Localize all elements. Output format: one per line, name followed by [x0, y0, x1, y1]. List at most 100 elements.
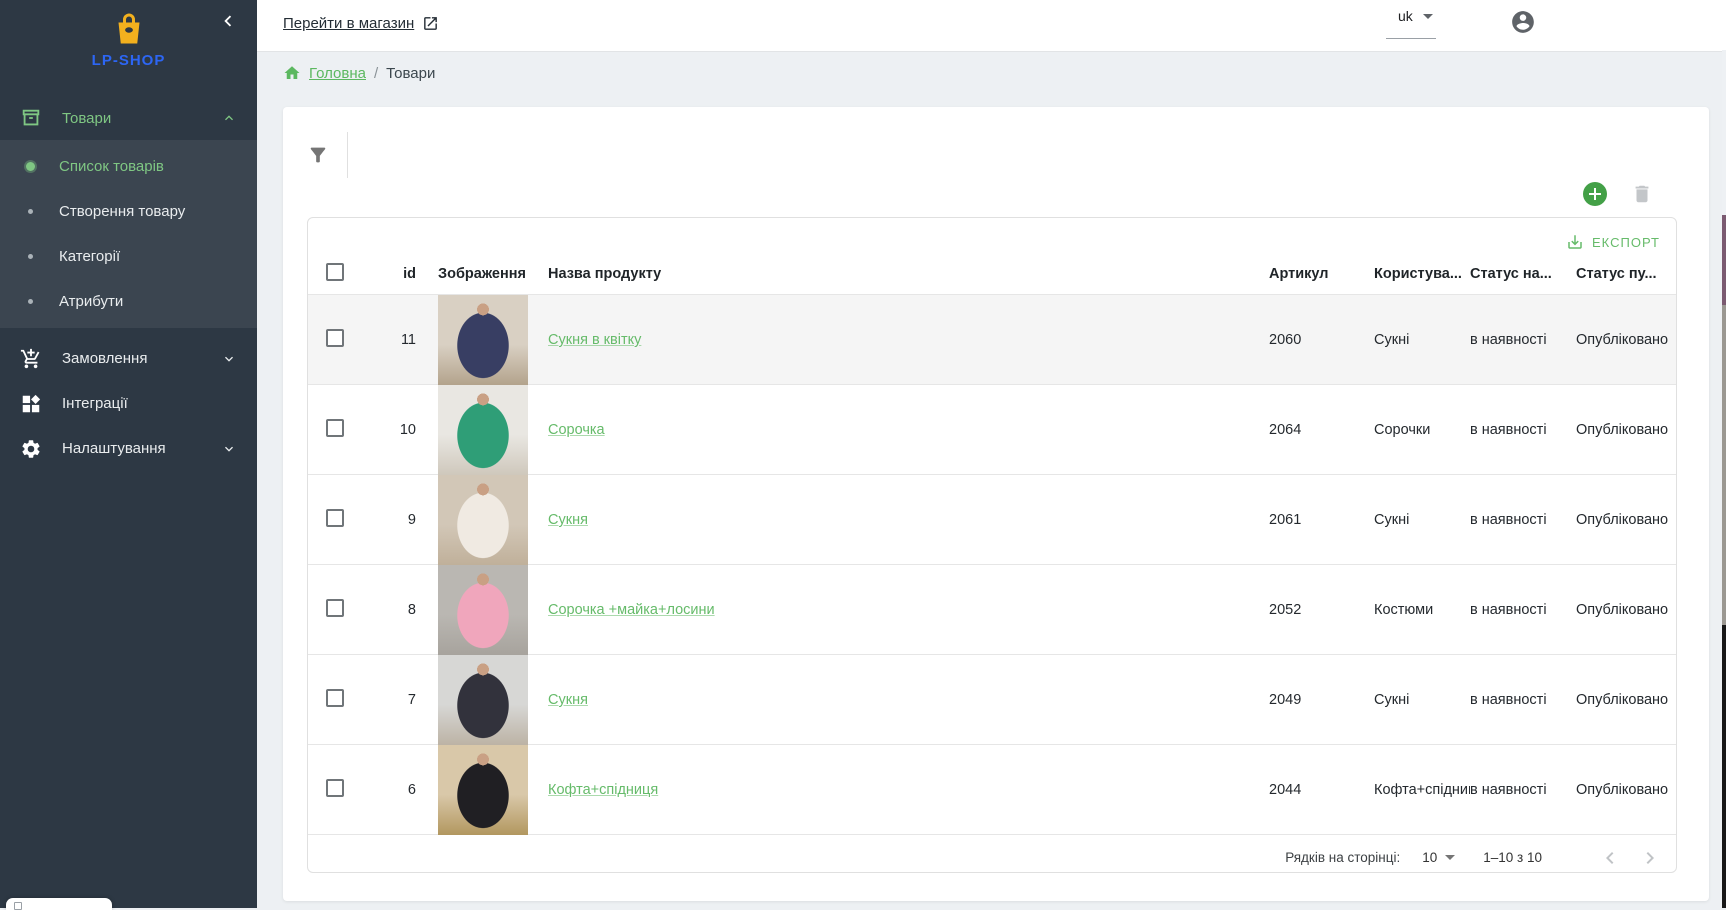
breadcrumb-separator: / [374, 65, 378, 82]
caret-down-icon [1445, 855, 1455, 860]
product-image[interactable] [438, 295, 528, 385]
cell-published: Опубліковано [1576, 602, 1676, 618]
cell-category: Кофта+спідниц [1374, 782, 1470, 798]
select-all-checkbox[interactable] [326, 263, 344, 281]
cell-id: 11 [374, 332, 422, 348]
chevron-down-icon [221, 441, 237, 457]
cell-sku: 2044 [1269, 782, 1374, 798]
sidebar-item-orders[interactable]: Замовлення [0, 336, 257, 381]
rows-per-page-value: 10 [1422, 850, 1437, 865]
sidebar-item-categories[interactable]: Категорії [0, 234, 257, 279]
screen-edge-artifact [1722, 0, 1726, 908]
product-name-link[interactable]: Сорочка [548, 422, 605, 438]
cell-stock: в наявності [1470, 332, 1576, 348]
table-row: 11 Сукня в квітку 2060 Сукні в наявності… [308, 294, 1676, 384]
row-checkbox[interactable] [326, 419, 344, 437]
cell-stock: в наявності [1470, 692, 1576, 708]
language-select[interactable]: uk [1386, 8, 1436, 39]
download-icon [1566, 233, 1584, 251]
product-image[interactable] [438, 565, 528, 655]
product-image[interactable] [438, 385, 528, 475]
cell-id: 10 [374, 422, 422, 438]
integrations-grid-icon [20, 393, 42, 415]
cell-published: Опубліковано [1576, 332, 1676, 348]
rows-per-page-select[interactable]: 10 [1422, 850, 1455, 865]
column-header-name: Назва продукту [534, 266, 1269, 282]
sidebar-item-create-product[interactable]: Створення товару [0, 189, 257, 234]
export-row: ЕКСПОРТ [308, 218, 1676, 254]
products-table: ЕКСПОРТ id Зображення Назва продукту Арт… [307, 217, 1677, 873]
cell-sku: 2064 [1269, 422, 1374, 438]
export-button[interactable]: ЕКСПОРТ [1566, 233, 1660, 251]
breadcrumb-home-link[interactable]: Головна [309, 65, 366, 82]
products-submenu: Список товарів Створення товару Категорі… [0, 140, 257, 328]
store-link-label: Перейти в магазин [283, 15, 414, 32]
bullet-icon [28, 209, 33, 214]
row-checkbox[interactable] [326, 329, 344, 347]
cutoff-snackbar [6, 898, 112, 910]
sidebar-item-settings[interactable]: Налаштування [0, 426, 257, 471]
cell-category: Сукні [1374, 692, 1470, 708]
shop-bag-logo-icon [110, 12, 148, 48]
sidebar-item-label: Інтеграції [62, 395, 237, 412]
product-image[interactable] [438, 475, 528, 565]
table-row: 9 Сукня 2061 Сукні в наявності Опубліков… [308, 474, 1676, 564]
row-checkbox[interactable] [326, 779, 344, 797]
select-underline [1386, 38, 1436, 39]
product-image[interactable] [438, 745, 528, 835]
sidebar-item-attributes[interactable]: Атрибути [0, 279, 257, 324]
bullet-icon [28, 254, 33, 259]
column-header-sku: Артикул [1269, 266, 1374, 282]
cell-sku: 2060 [1269, 332, 1374, 348]
cell-id: 9 [374, 512, 422, 528]
product-image[interactable] [438, 655, 528, 745]
table-body: 11 Сукня в квітку 2060 Сукні в наявності… [308, 294, 1676, 834]
product-name-link[interactable]: Сорочка +майка+лосини [548, 602, 715, 618]
cell-sku: 2052 [1269, 602, 1374, 618]
table-row: 6 Кофта+спідниця 2044 Кофта+спідниц в на… [308, 744, 1676, 834]
caret-down-icon [1423, 14, 1433, 19]
external-link-icon [422, 15, 439, 32]
table-actions [1583, 182, 1653, 206]
chevron-down-icon [221, 351, 237, 367]
row-checkbox[interactable] [326, 599, 344, 617]
add-product-button[interactable] [1583, 182, 1607, 206]
language-value: uk [1386, 8, 1413, 24]
product-name-link[interactable]: Кофта+спідниця [548, 782, 658, 798]
product-name-link[interactable]: Сукня [548, 692, 588, 708]
previous-page-icon[interactable] [1598, 846, 1622, 870]
rows-per-page-label: Рядків на сторінці: [1285, 850, 1400, 865]
column-header-id: id [374, 266, 422, 282]
row-checkbox[interactable] [326, 689, 344, 707]
home-icon [283, 64, 301, 82]
bullet-icon [28, 299, 33, 304]
sidebar: LP-SHOP Товари Список товарів Створення … [0, 0, 257, 908]
go-to-store-link[interactable]: Перейти в магазин [283, 15, 439, 32]
sidebar-item-label: Налаштування [62, 440, 221, 457]
filter-icon[interactable] [307, 144, 329, 166]
sidebar-item-integrations[interactable]: Інтеграції [0, 381, 257, 426]
snackbar-icon [14, 902, 22, 910]
column-header-stock: Статус на... [1470, 266, 1576, 282]
sidebar-item-products[interactable]: Товари [0, 96, 257, 140]
column-header-category: Користува... [1374, 266, 1470, 282]
product-name-link[interactable]: Сукня [548, 512, 588, 528]
sidebar-item-product-list[interactable]: Список товарів [0, 144, 257, 189]
pagination-range: 1–10 з 10 [1483, 850, 1542, 865]
bullet-icon [26, 162, 35, 171]
export-label: ЕКСПОРТ [1592, 235, 1660, 250]
next-page-icon[interactable] [1638, 846, 1662, 870]
row-checkbox[interactable] [326, 509, 344, 527]
product-name-link[interactable]: Сукня в квітку [548, 332, 641, 348]
sidebar-collapse-icon[interactable] [217, 10, 239, 32]
cell-id: 6 [374, 782, 422, 798]
delete-icon[interactable] [1631, 183, 1653, 205]
filter-bar [307, 127, 348, 183]
cell-sku: 2049 [1269, 692, 1374, 708]
sidebar-item-label: Список товарів [59, 158, 164, 175]
account-avatar-icon[interactable] [1510, 9, 1536, 35]
sidebar-item-label: Категорії [59, 248, 120, 265]
topbar: Перейти в магазин uk [257, 0, 1726, 52]
cell-category: Сукні [1374, 332, 1470, 348]
cell-stock: в наявності [1470, 422, 1576, 438]
